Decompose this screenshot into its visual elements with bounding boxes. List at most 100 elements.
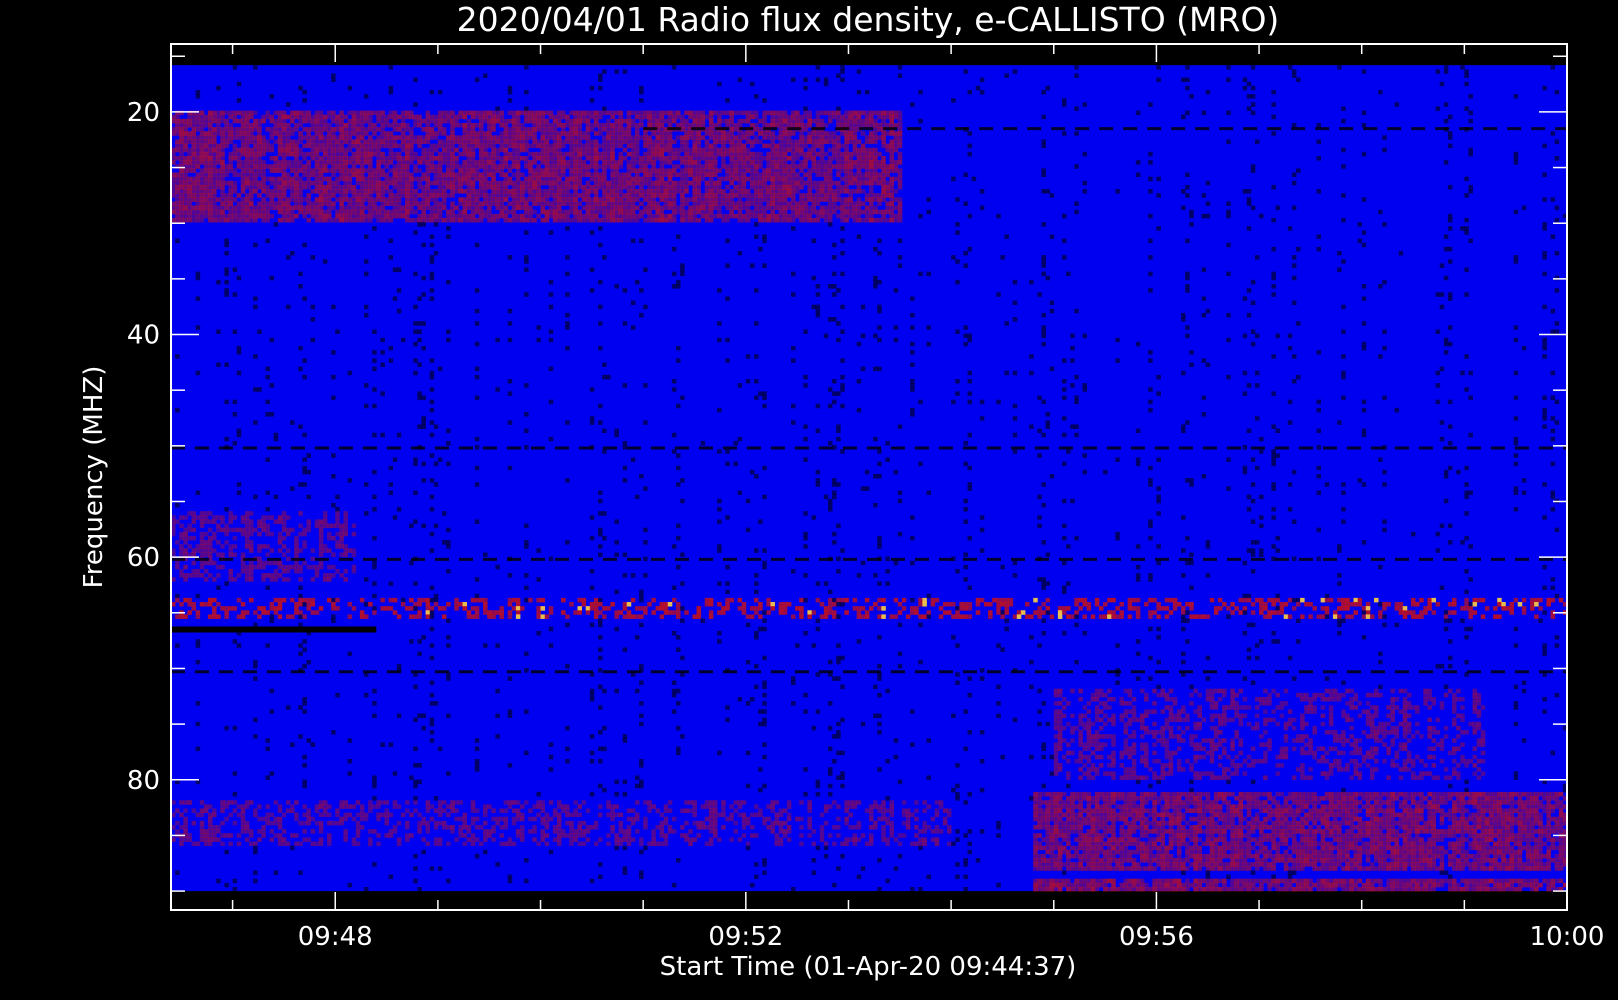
heatmap-cell [692,213,697,219]
heatmap-cell [598,201,603,206]
heatmap-cell [655,841,660,847]
heatmap-cell [598,184,603,190]
heatmap-cell [187,156,192,161]
heatmap-cell [692,147,697,153]
heatmap-cell [220,564,225,570]
heatmap-cell [474,767,480,772]
heatmap-cell [249,160,254,165]
heatmap-cell [179,544,184,549]
heatmap-cell [626,118,632,124]
heatmap-cell [614,205,619,211]
heatmap-cell [277,160,283,165]
heatmap-cell [318,213,324,219]
heatmap-cell [187,552,192,557]
heatmap-cell [318,135,324,140]
heatmap-cell [676,602,681,607]
heatmap-cell [717,548,722,553]
heatmap-cell [606,193,611,198]
heatmap-cell [618,114,624,120]
heatmap-cell [606,156,611,161]
heatmap-cell [708,808,714,814]
heatmap-cell [589,213,595,219]
heatmap-cell [577,184,582,190]
heatmap-cell [285,209,291,215]
heatmap-cell [618,164,624,169]
heatmap-cell [618,610,624,615]
heatmap-cell [302,242,307,248]
heatmap-cell [400,209,406,215]
heatmap-cell [573,837,578,842]
heatmap-cell [175,184,180,190]
heatmap-cell [437,217,443,223]
heatmap-cell [602,606,607,611]
heatmap-cell [634,189,640,194]
heatmap-cell [491,168,496,173]
heatmap-cell [622,478,628,483]
heatmap-cell [199,114,205,120]
heatmap-cell [392,164,398,169]
heatmap-cell [630,193,636,198]
heatmap-cell [433,461,439,467]
heatmap-cell [298,284,303,289]
heatmap-cell [359,825,365,830]
heatmap-cell [470,804,476,809]
heatmap-cell [470,156,476,161]
heatmap-cell [306,168,311,173]
heatmap-cell [667,168,673,173]
heatmap-cell [207,209,213,215]
heatmap-cell [429,147,435,153]
heatmap-cell [314,573,320,578]
heatmap-cell [183,147,188,153]
heatmap-cell [253,527,258,533]
heatmap-cell [298,482,303,487]
heatmap-cell [441,205,447,211]
heatmap-cell [285,164,291,169]
heatmap-cell [335,519,340,524]
heatmap-cell [483,833,488,838]
heatmap-cell [622,135,628,140]
heatmap-cell [610,172,615,178]
heatmap-cell [199,156,205,161]
heatmap-cell [511,110,517,116]
heatmap-cell [606,841,611,847]
heatmap-cell [499,841,504,847]
heatmap-cell [363,193,369,198]
heatmap-cell [355,820,361,826]
heatmap-cell [532,209,537,215]
heatmap-cell [680,205,685,211]
heatmap-cell [503,151,509,157]
heatmap-cell [688,135,693,140]
heatmap-cell [212,201,217,206]
heatmap-cell [355,122,361,128]
heatmap-cell [396,713,402,719]
heatmap-cell [659,602,665,607]
heatmap-cell [285,201,291,206]
heatmap-cell [441,127,447,132]
heatmap-cell [195,639,201,644]
heatmap-cell [528,135,533,140]
heatmap-cell [355,201,361,206]
heatmap-cell [598,242,603,248]
heatmap-cell [552,825,558,830]
heatmap-cell [680,184,685,190]
heatmap-cell [380,184,385,190]
heatmap-cell [548,201,554,206]
heatmap-cell [487,833,492,838]
heatmap-cell [322,168,328,173]
heatmap-cell [483,151,488,157]
heatmap-cell [224,213,229,219]
heatmap-cell [548,160,554,165]
heatmap-cell [696,110,702,116]
heatmap-cell [433,222,439,227]
heatmap-cell [425,139,431,145]
heatmap-cell [179,135,184,140]
heatmap-cell [688,110,693,116]
heatmap-cell [634,205,640,211]
heatmap-cell [207,160,213,165]
heatmap-cell [343,577,348,582]
heatmap-cell [602,172,607,178]
heatmap-cell [446,217,451,223]
heatmap-cell [647,168,652,173]
heatmap-cell [290,143,295,149]
heatmap-cell [454,176,459,182]
